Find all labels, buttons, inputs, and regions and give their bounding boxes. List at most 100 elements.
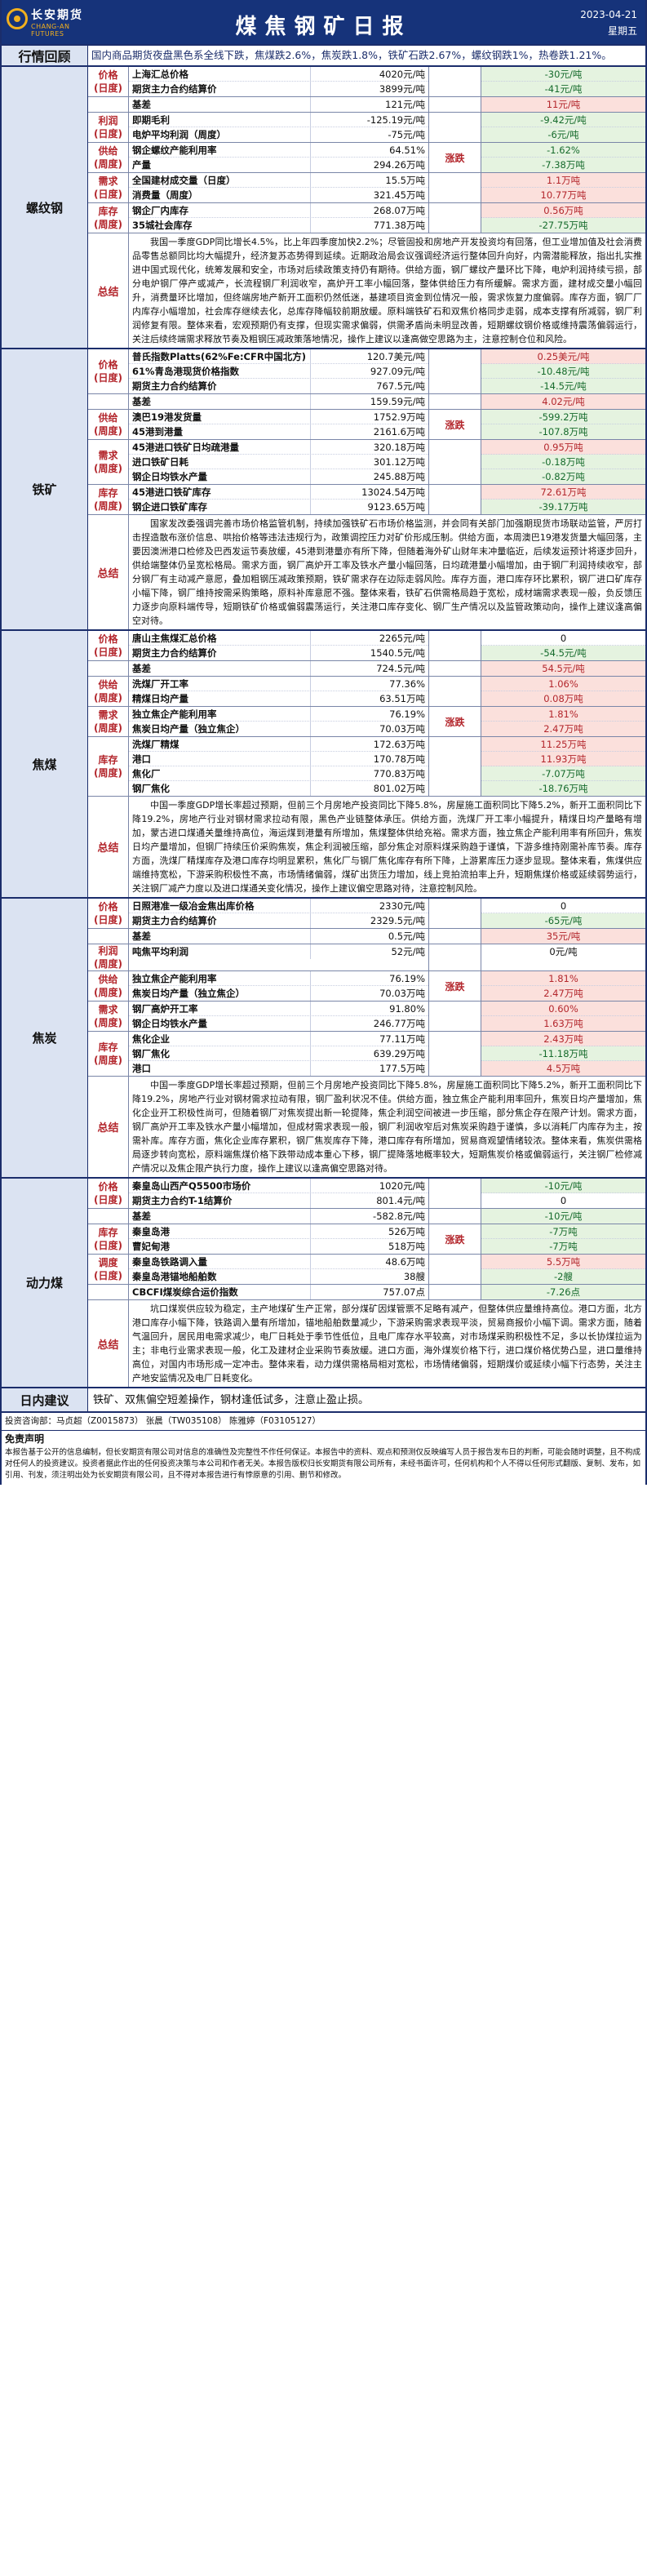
indicator-group: 需求 (周度) 钢厂高炉开工率 91.80% 钢企日均铁水产量 246.77万吨 0.60%… (88, 1002, 645, 1032)
change-header (429, 677, 481, 706)
change-header (429, 67, 481, 96)
indicator-rows: 唐山主焦煤汇总价格 2265元/吨 期货主力合约结算价 1540.5元/吨 (129, 631, 429, 660)
indicator-group: 基差 -582.8元/吨 -10元/吨 (88, 1209, 645, 1224)
indicator-name: 港口 (129, 1061, 312, 1076)
group-category-text: 供给 (98, 679, 118, 691)
indicator-row: 秦皇岛港 526万吨 (129, 1224, 428, 1239)
indicator-row: 消费量（周度） 321.45万吨 (129, 188, 428, 202)
indicator-value: 801.4元/吨 (376, 1195, 425, 1206)
indicator-change: 2.47万吨 (481, 986, 645, 1001)
group-category-text: (周度) (94, 722, 122, 734)
group-category (88, 1209, 129, 1224)
indicator-group: 供给 (周度) 独立焦企产能利用率 76.19% 焦炭日均产量（独立焦企） 70.03万吨… (88, 971, 645, 1002)
indicator-group: 库存 (周度) 洗煤厂精煤 172.63万吨 港口 170.78万吨 焦化厂 770.83万吨… (88, 737, 645, 797)
indicator-row: 基差 159.59元/吨 (129, 394, 428, 409)
change-header (429, 631, 481, 660)
indicator-value: 301.12万吨 (373, 456, 425, 468)
indicator-name: 期货主力合约T-1结算价 (129, 1193, 312, 1208)
indicator-change: 1.81% (481, 707, 645, 722)
indicator-change: -107.8万吨 (481, 424, 645, 439)
indicator-row: 焦炭日均产量（独立焦企） 70.03万吨 (129, 986, 428, 1001)
group-category: 价格 (日度) (88, 631, 129, 660)
indicator-value: 52元/吨 (391, 946, 425, 957)
indicator-rows: 秦皇岛港 526万吨 曹妃甸港 518万吨 (129, 1224, 429, 1254)
indicator-name: 普氏指数Platts(62%Fe:CFR中国北方) (129, 349, 312, 363)
indicator-value: 2265元/吨 (379, 633, 425, 644)
group-category-text: (周度) (94, 1055, 122, 1066)
group-category-text: (周度) (94, 219, 122, 230)
change-column: 0 -54.5元/吨 (481, 631, 645, 660)
report-date: 2023-04-21 (580, 9, 637, 20)
group-category: 需求 (周度) (88, 440, 129, 484)
group-category-text: 供给 (98, 412, 118, 424)
indicator-change: 1.06% (481, 677, 645, 691)
indicator-change: -9.42元/吨 (481, 113, 645, 127)
change-header: 涨跌 (429, 410, 481, 439)
indicator-value: 9123.65万吨 (367, 501, 425, 513)
change-column: 1.1万吨 10.77万吨 (481, 173, 645, 202)
indicator-name: 消费量（周度） (129, 188, 312, 202)
group-category-text: 库存 (98, 206, 118, 217)
group-category-text: (周度) (94, 158, 122, 170)
indicator-group: 库存 (周度) 焦化企业 77.11万吨 钢厂焦化 639.29万吨 港口 177.5万吨 2.… (88, 1032, 645, 1077)
intraday-advice: 日内建议 铁矿、双焦偏空短差操作，钢材逢低试多，注意止盈止损。 (2, 1388, 645, 1413)
indicator-row: 钢企日均铁水产量 246.77万吨 (129, 1016, 428, 1031)
indicator-row: 洗煤厂开工率 77.36% (129, 677, 428, 691)
indicator-group: CBCFI煤炭综合运价指数 757.07点 -7.26点 (88, 1285, 645, 1300)
indicator-change: -30元/吨 (481, 67, 645, 82)
group-category-text: 价格 (98, 901, 118, 913)
indicator-name: 45港进口铁矿日均疏港量 (129, 440, 312, 454)
group-category: 需求 (日度) (88, 173, 129, 202)
report-header: 长安期货 CHANG-AN FUTURES 煤焦钢矿日报 2023-04-21 … (2, 0, 645, 44)
market-review-label: 行情回顾 (2, 46, 88, 65)
indicator-group: 调度 (日度) 秦皇岛铁路调入量 48.6万吨 秦皇岛港锚地船舶数 38艘 5.5万吨 -2艘 (88, 1255, 645, 1285)
indicator-rows: 基差 0.5元/吨 (129, 929, 429, 944)
group-category-text: (日度) (94, 646, 122, 658)
indicator-row: 期货主力合约T-1结算价 801.4元/吨 (129, 1193, 428, 1208)
indicator-change: -18.76万吨 (481, 781, 645, 796)
indicator-change: 0 (481, 631, 645, 646)
indicator-row: 港口 177.5万吨 (129, 1061, 428, 1076)
report-page: 长安期货 CHANG-AN FUTURES 煤焦钢矿日报 2023-04-21 … (0, 0, 647, 1485)
indicator-name: 45港到港量 (129, 424, 312, 439)
intraday-advice-text: 铁矿、双焦偏空短差操作，钢材逢低试多，注意止盈止损。 (93, 1394, 370, 1406)
indicator-rows: 洗煤厂开工率 77.36% 精煤日均产量 63.51万吨 (129, 677, 429, 706)
commodity-name: 焦煤 (2, 631, 88, 897)
change-header (429, 203, 481, 233)
indicator-name: 基差 (129, 1209, 312, 1224)
indicator-row: 钢厂焦化 801.02万吨 (129, 781, 428, 796)
indicator-row: 港口 170.78万吨 (129, 752, 428, 766)
indicator-value: 77.11万吨 (379, 1033, 425, 1045)
change-column: -1.62% -7.38万吨 (481, 143, 645, 172)
report-weekday: 星期五 (607, 25, 637, 37)
summary-label: 总结 (88, 797, 129, 897)
indicator-value: 70.03万吨 (379, 723, 425, 735)
group-category: 利润 (周度) (88, 944, 129, 970)
indicator-name: 钢企厂内库存 (129, 203, 312, 217)
change-column: 1.81% 2.47万吨 (481, 971, 645, 1001)
group-category: 供给 (周度) (88, 410, 129, 439)
indicator-row: 产量 294.26万吨 (129, 158, 428, 172)
indicator-change: 35元/吨 (481, 929, 645, 944)
disclaimer-text: 本报告基于公开的信息编制，但长安期货有限公司对信息的准确性及完整性不作任何保证。… (5, 1448, 641, 1480)
indicator-value: 1752.9万吨 (373, 411, 425, 423)
indicator-change: 5.5万吨 (481, 1255, 645, 1269)
report-date-block: 2023-04-21 星期五 (580, 7, 637, 39)
change-column: 0.56万吨 -27.75万吨 (481, 203, 645, 233)
indicator-value: -582.8元/吨 (373, 1210, 425, 1222)
group-category (88, 394, 129, 409)
indicator-change: 2.47万吨 (481, 722, 645, 736)
indicator-name: 独立焦企产能利用率 (129, 707, 312, 721)
group-category-text: (周度) (94, 958, 122, 970)
indicator-row: 秦皇岛山西产Q5500市场价 1020元/吨 (129, 1179, 428, 1193)
indicator-row: 即期毛利 -125.19元/吨 (129, 113, 428, 127)
indicator-change: 0元/吨 (481, 944, 645, 959)
indicator-value: 13024.54万吨 (361, 486, 425, 498)
indicator-row: 钢厂焦化 639.29万吨 (129, 1046, 428, 1061)
summary-text: 中国一季度GDP增长率超过预期，但前三个月房地产投资同比下降5.8%，房屋施工面… (132, 1080, 642, 1174)
group-category (88, 661, 129, 676)
indicator-rows: 秦皇岛铁路调入量 48.6万吨 秦皇岛港锚地船舶数 38艘 (129, 1255, 429, 1284)
group-category (88, 97, 129, 112)
indicator-change: 11.25万吨 (481, 737, 645, 752)
summary-label: 总结 (88, 1300, 129, 1387)
